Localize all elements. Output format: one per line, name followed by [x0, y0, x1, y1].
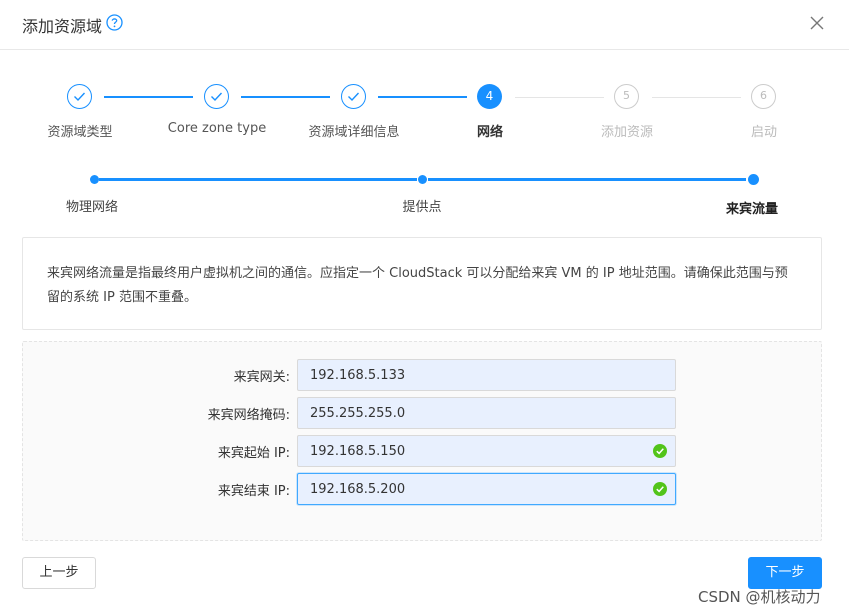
form-row-gateway: 来宾网关:: [23, 359, 823, 391]
form-row-start-ip: 来宾起始 IP:: [23, 435, 823, 467]
next-button[interactable]: 下一步: [748, 557, 822, 589]
substep-2-dot: [418, 175, 427, 184]
gateway-input[interactable]: [297, 359, 676, 391]
substep-1-dot: [90, 175, 99, 184]
step-6-indicator: 6: [751, 84, 776, 109]
step-connector: [104, 96, 193, 98]
form-row-netmask: 来宾网络掩码:: [23, 397, 823, 429]
check-icon: [74, 92, 86, 102]
check-circle-icon: [653, 482, 667, 496]
start-ip-input[interactable]: [297, 435, 676, 467]
end-ip-label: 来宾结束 IP:: [217, 484, 290, 499]
step-connector: [515, 97, 604, 98]
guest-traffic-description: 来宾网络流量是指最终用户虚拟机之间的通信。应指定一个 CloudStack 可以…: [22, 237, 822, 330]
step-1-label: 资源域类型: [47, 125, 113, 140]
check-circle-icon: [653, 444, 667, 458]
netmask-label: 来宾网络掩码:: [207, 408, 290, 423]
step-2-indicator: [204, 84, 229, 109]
start-ip-label: 来宾起始 IP:: [217, 446, 290, 461]
add-zone-dialog: 添加资源域 资源域类型 Core zone type 资源域详细信息 4 网络 …: [0, 0, 849, 614]
step-4-indicator: 4: [477, 84, 502, 109]
step-3-label: 资源域详细信息: [308, 125, 400, 140]
substep-2-label: 提供点: [402, 200, 442, 215]
dialog-header: 添加资源域: [0, 0, 849, 50]
gateway-label: 来宾网关:: [233, 370, 290, 385]
end-ip-input[interactable]: [297, 473, 676, 505]
step-1-indicator: [67, 84, 92, 109]
step-connector: [378, 96, 467, 98]
form-row-end-ip: 来宾结束 IP:: [23, 473, 823, 505]
step-connector: [652, 97, 741, 98]
close-icon[interactable]: [809, 15, 825, 31]
substep-1-label: 物理网络: [65, 200, 119, 215]
dialog-title: 添加资源域: [22, 17, 103, 36]
netmask-input[interactable]: [297, 397, 676, 429]
guest-traffic-form: 来宾网关: 来宾网络掩码: 来宾起始 IP: 来宾结束 IP:: [22, 341, 822, 541]
check-icon: [348, 92, 360, 102]
substep-connector: [99, 178, 417, 181]
check-icon: [211, 92, 223, 102]
step-6-label: 启动: [750, 125, 778, 140]
step-2-label: Core zone type: [167, 121, 267, 136]
step-3-indicator: [341, 84, 366, 109]
question-circle-icon[interactable]: [106, 14, 123, 31]
substep-connector: [428, 178, 746, 181]
step-4-label: 网络: [476, 125, 504, 140]
prev-button[interactable]: 上一步: [22, 557, 96, 589]
description-text: 来宾网络流量是指最终用户虚拟机之间的通信。应指定一个 CloudStack 可以…: [47, 266, 788, 305]
step-connector: [241, 96, 330, 98]
substep-3-dot: [748, 174, 759, 185]
step-5-indicator: 5: [614, 84, 639, 109]
step-5-label: 添加资源: [600, 125, 654, 140]
watermark: CSDN @机核动力: [698, 588, 821, 606]
substep-3-label: 来宾流量: [725, 202, 779, 217]
